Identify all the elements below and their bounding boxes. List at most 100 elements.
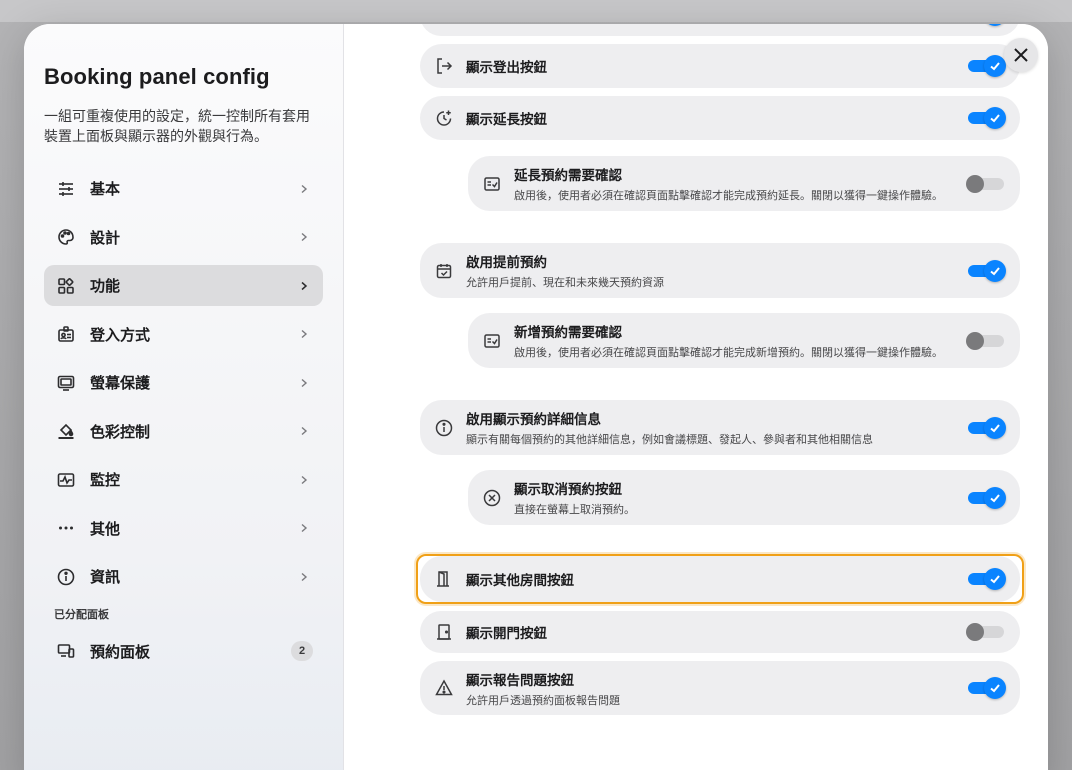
setting-text: 延長預約需要確認 啟用後，使用者必須在確認頁面點擊確認才能完成預約延長。關閉以獲得… — [514, 164, 968, 203]
assigned-panel-label: 預約面板 — [90, 643, 151, 661]
backdrop-top-bar — [0, 0, 1072, 22]
sidebar-item-label: 功能 — [90, 278, 121, 295]
door-icon — [434, 622, 454, 642]
devices-icon — [56, 641, 76, 661]
chevron-right-icon — [301, 232, 308, 242]
toggle-switch[interactable] — [968, 54, 1006, 78]
toggle-knob — [966, 623, 984, 641]
setting-text: 顯示報告問題按鈕允許用戶透過預約面板報告問題 — [466, 669, 968, 708]
toggle-switch[interactable] — [968, 486, 1006, 510]
setting-row: 啟用提前預約允許用戶提前、現在和未來幾天預約資源 — [420, 243, 1020, 298]
toggle-switch[interactable] — [968, 676, 1006, 700]
setting-description: 直接在螢幕上取消預約。 — [514, 504, 635, 516]
sidebar-item-color-control[interactable]: 色彩控制 — [44, 411, 323, 452]
setting-text: 顯示開門按鈕 — [466, 622, 968, 642]
sidebar-nav: 基本 設計 功能 登入方式 螢幕保護 色彩控制 監控 其他 資訊 — [44, 168, 323, 597]
toggle-switch[interactable] — [966, 172, 1006, 196]
setting-text: 顯示其他房間按鈕 — [466, 569, 968, 589]
sidebar-description: 一組可重複使用的設定，統一控制所有套用裝置上面板與顯示器的外觀與行為。 — [44, 108, 310, 144]
sidebar-item-info[interactable]: 資訊 — [44, 556, 323, 597]
toggle-switch[interactable] — [968, 106, 1006, 130]
chevron-right-icon — [301, 378, 308, 387]
paint-bucket-icon — [56, 421, 76, 441]
toggle-knob — [984, 107, 1006, 129]
config-modal: Booking panel config 一組可重複使用的設定，統一控制所有套用… — [24, 24, 1048, 770]
monitor-icon — [56, 373, 76, 393]
toggle-switch[interactable] — [968, 567, 1006, 591]
door-open-icon — [434, 569, 454, 589]
setting-description: 顯示有關每個預約的其他詳細信息，例如會議標題、發起人、參與者和其他相關信息 — [466, 434, 873, 446]
sidebar-item-label: 設計 — [90, 229, 121, 247]
toggle-knob — [966, 331, 984, 350]
chevron-right-icon — [301, 426, 308, 436]
grid-icon — [56, 276, 76, 296]
toggle-switch[interactable] — [966, 329, 1006, 353]
sidebar-item-design[interactable]: 設計 — [44, 217, 323, 258]
chevron-right-icon — [301, 572, 308, 581]
chevron-right-icon — [301, 523, 308, 533]
pulse-icon — [56, 470, 76, 490]
setting-title: 新增預約需要確認 — [514, 325, 622, 340]
sidebar-item-monitoring[interactable]: 監控 — [44, 459, 323, 500]
assigned-section-label: 已分配面板 — [54, 609, 109, 621]
toggle-switch[interactable] — [968, 259, 1006, 283]
sidebar-item-label: 其他 — [90, 520, 121, 538]
setting-title: 顯示取消預約按鈕 — [514, 482, 622, 497]
sidebar-item-screensaver[interactable]: 螢幕保護 — [44, 362, 323, 403]
setting-title: 顯示報告問題按鈕 — [466, 672, 574, 688]
sidebar-item-basic[interactable]: 基本 — [44, 168, 323, 209]
sidebar-item-label: 監控 — [90, 472, 121, 489]
logout-icon — [434, 56, 454, 76]
setting-text: 顯示登出按鈕 — [466, 56, 968, 76]
setting-title: 顯示延長按鈕 — [466, 112, 547, 127]
sidebar-item-other[interactable]: 其他 — [44, 508, 323, 549]
chevron-right-icon — [301, 475, 308, 484]
page-title: Booking panel config — [44, 64, 270, 89]
sidebar-item-label: 色彩控制 — [90, 423, 151, 441]
toggle-knob — [984, 259, 1006, 282]
sidebar-item-label: 登入方式 — [90, 326, 151, 344]
setting-row: 延長預約需要確認 啟用後，使用者必須在確認頁面點擊確認才能完成預約延長。關閉以獲得… — [468, 156, 1020, 211]
cancel-circle-icon — [482, 488, 502, 508]
setting-description: 啟用後，使用者必須在確認頁面點擊確認才能完成新增預約。關閉以獲得一鍵操作體驗。 — [514, 347, 943, 359]
setting-title: 顯示開門按鈕 — [466, 626, 547, 641]
setting-title: 顯示其他房間按鈕 — [466, 573, 574, 588]
confirm-card-icon — [482, 331, 502, 351]
toggle-switch[interactable] — [968, 416, 1006, 440]
sidebar-item-label: 基本 — [90, 181, 121, 198]
setting-text: 啟用顯示預約詳細信息顯示有關每個預約的其他詳細信息，例如會議標題、發起人、參與者… — [466, 408, 968, 447]
setting-description: 允許用戶提前、現在和未來幾天預約資源 — [466, 277, 664, 289]
setting-title: 啟用提前預約 — [466, 255, 547, 270]
calendar-check-icon — [434, 261, 454, 281]
setting-row: 新增預約需要確認啟用後，使用者必須在確認頁面點擊確認才能完成新增預約。關閉以獲得… — [468, 313, 1020, 368]
setting-description: 允許用戶透過預約面板報告問題 — [466, 694, 620, 707]
sidebar-item-login[interactable]: 登入方式 — [44, 314, 323, 355]
sidebar-item-label: 資訊 — [90, 569, 121, 586]
setting-title: 延長預約需要確認 — [514, 168, 622, 183]
setting-title: 啟用顯示預約詳細信息 — [466, 412, 601, 427]
setting-text: 新增預約需要確認啟用後，使用者必須在確認頁面點擊確認才能完成新增預約。關閉以獲得… — [514, 321, 968, 360]
setting-text: 啟用提前預約允許用戶提前、現在和未來幾天預約資源 — [466, 251, 968, 290]
settings-panel: 顯示登出按鈕 顯示延長按鈕 延長預約需要確認 啟用後，使用者必須在確認頁面點擊確認才能… — [344, 24, 1048, 770]
info-icon — [434, 418, 454, 438]
setting-row: 啟用顯示預約詳細信息顯示有關每個預約的其他詳細信息，例如會議標題、發起人、參與者… — [420, 400, 1020, 455]
warning-icon — [434, 678, 454, 698]
chevron-right-icon — [301, 184, 308, 193]
setting-text: 顯示延長按鈕 — [466, 108, 968, 128]
toggle-switch[interactable] — [968, 24, 1006, 27]
setting-row: 顯示登出按鈕 — [420, 44, 1020, 88]
setting-row-cropped — [420, 24, 1020, 36]
chevron-right-icon — [301, 329, 308, 339]
setting-row: 顯示延長按鈕 — [420, 96, 1020, 140]
chevron-right-icon — [301, 281, 308, 290]
close-button[interactable] — [1004, 38, 1038, 72]
setting-text: 顯示取消預約按鈕直接在螢幕上取消預約。 — [514, 478, 968, 517]
toggle-switch[interactable] — [966, 620, 1006, 644]
close-icon — [1014, 48, 1028, 62]
more-icon — [56, 518, 76, 538]
badge-icon — [56, 324, 76, 344]
assigned-panel-item[interactable]: 預約面板 2 — [44, 634, 323, 668]
confirm-card-icon — [482, 174, 502, 194]
sidebar-item-features[interactable]: 功能 — [44, 265, 323, 306]
toggle-knob — [984, 55, 1006, 77]
